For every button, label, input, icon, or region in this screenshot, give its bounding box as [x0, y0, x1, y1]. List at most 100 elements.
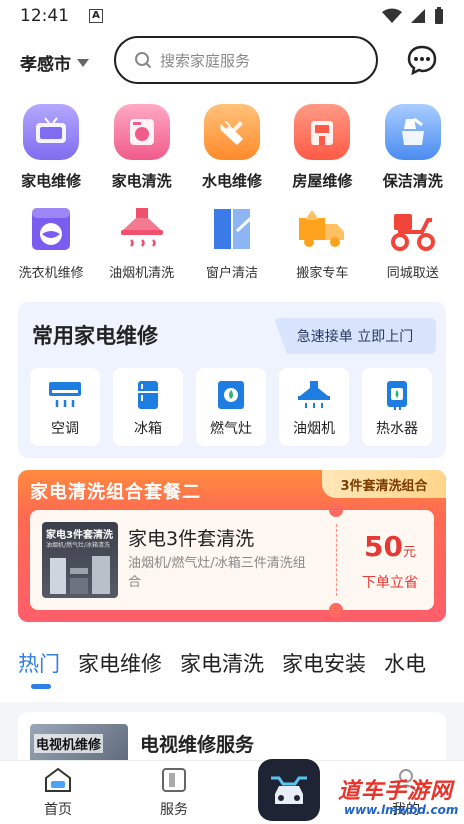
service-window-clean[interactable]: 窗户清洁 — [189, 206, 275, 294]
service-range-hood[interactable]: 油烟机清洗 — [99, 206, 185, 294]
tab-appliance-install[interactable]: 家电安装 — [282, 648, 366, 692]
package-price: 50元 — [350, 530, 430, 563]
package-description: 油烟机/燃气灶/冰箱三件清洗组合 — [128, 556, 306, 590]
thumb-subtitle: 油烟机/燃气灶/冰箱清洗 — [46, 542, 111, 549]
package-inner-card: 家电3件套清洗 油烟机/燃气灶/冰箱清洗 家电3件套清洗 油烟机/燃气灶/冰箱三… — [30, 503, 434, 617]
washing-machine-icon — [32, 208, 71, 250]
header: 孝感市 搜索家庭服务 — [0, 36, 464, 86]
watermark-text: 道车手游网 — [338, 779, 454, 804]
status-time: 12:41 — [20, 6, 69, 26]
service-cleaning[interactable]: 保洁清洗 — [370, 104, 456, 200]
package-promo-card[interactable]: 家电清洗组合套餐二 3件套清洗组合 家电3件套清洗 油烟机/燃气灶/冰箱清洗 家… — [18, 470, 446, 622]
service-plumbing-electric[interactable]: 水电维修 — [189, 104, 275, 200]
service-label: 油烟机清洗 — [109, 266, 175, 281]
service-grid: 家电维修 家电清洗 水电维修 房屋维修 保洁清洗 洗衣机维修 油烟机清洗 窗户清… — [0, 104, 464, 294]
service-moving[interactable]: 搬家专车 — [279, 206, 365, 294]
bottom-nav: 首页 服务 我的 道车手游网 www.lmwbd.com — [0, 759, 464, 824]
window-icon — [213, 209, 252, 249]
service-label: 水电维修 — [201, 172, 262, 190]
city-selector[interactable]: 孝感市 — [20, 50, 89, 75]
battery-icon — [435, 7, 443, 24]
status-indicators — [382, 7, 444, 25]
list-item-title: 电视维修服务 — [140, 734, 255, 756]
cleaning-icon — [384, 104, 441, 160]
wifi-icon — [382, 8, 402, 23]
repair-item-label: 油烟机 — [293, 421, 335, 437]
ticket-notch-bottom — [329, 603, 343, 617]
fast-service-badge: 急速接单 立即上门 — [274, 318, 436, 354]
status-bar: 12:41 A — [0, 0, 464, 32]
range-hood-icon — [298, 381, 330, 408]
range-hood-icon — [120, 208, 163, 247]
notification-a-icon: A — [89, 9, 103, 23]
home-icon — [45, 767, 71, 792]
repair-item-gas-stove[interactable]: 燃气灶 — [196, 368, 266, 446]
search-input[interactable]: 搜索家庭服务 — [114, 36, 378, 84]
nav-home[interactable]: 首页 — [18, 767, 98, 819]
nav-home-label: 首页 — [44, 802, 72, 818]
air-conditioner-icon — [49, 382, 81, 407]
nav-service[interactable]: 服务 — [134, 767, 214, 819]
city-label: 孝感市 — [20, 55, 71, 75]
service-label: 保洁清洗 — [382, 172, 443, 190]
fridge-icon — [138, 381, 158, 409]
ticket-notch-top — [329, 503, 343, 517]
list-thumb-text: 电视机维修 — [34, 734, 104, 753]
gas-stove-icon — [218, 381, 244, 409]
service-appliance-repair[interactable]: 家电维修 — [8, 104, 94, 200]
service-label: 家电清洗 — [111, 172, 172, 190]
search-icon — [135, 52, 152, 69]
water-heater-icon — [387, 381, 407, 410]
repair-item-water-heater[interactable]: 热水器 — [362, 368, 432, 446]
dropdown-triangle-icon — [77, 58, 89, 67]
watermark-url: www.lmwbd.com — [344, 803, 459, 817]
service-label: 家电维修 — [21, 172, 82, 190]
common-repair-card: 常用家电维修 急速接单 立即上门 空调 冰箱 燃气灶 油烟机 热水器 — [18, 302, 446, 458]
repair-item-aircon[interactable]: 空调 — [30, 368, 100, 446]
tab-hot[interactable]: 热门 — [18, 648, 60, 692]
nav-service-label: 服务 — [160, 802, 188, 818]
service-row-main: 家电维修 家电清洗 水电维修 房屋维修 保洁清洗 — [0, 104, 464, 200]
tab-appliance-clean[interactable]: 家电清洗 — [180, 648, 264, 692]
signal-icon — [411, 9, 425, 23]
category-tabs: 热门 家电维修 家电清洗 家电安装 水电 — [18, 648, 464, 692]
service-label: 房屋维修 — [292, 172, 353, 190]
tab-plumbing[interactable]: 水电 — [384, 648, 426, 692]
repair-item-label: 燃气灶 — [210, 421, 252, 437]
service-house-repair[interactable]: 房屋维修 — [279, 104, 365, 200]
repair-item-label: 冰箱 — [134, 421, 162, 437]
repair-item-fridge[interactable]: 冰箱 — [113, 368, 183, 446]
service-label: 同城取送 — [386, 266, 439, 281]
house-repair-icon — [294, 104, 351, 160]
order-now-button[interactable]: 下单立省 — [350, 572, 430, 592]
washer-clean-icon — [113, 104, 170, 160]
tv-repair-icon — [23, 104, 80, 160]
repair-item-label: 空调 — [51, 421, 79, 437]
common-repair-title: 常用家电维修 — [32, 324, 158, 348]
message-icon[interactable] — [406, 44, 438, 76]
service-washing-machine[interactable]: 洗衣机维修 — [8, 206, 94, 294]
package-tag: 3件套清洗组合 — [322, 470, 446, 498]
search-placeholder: 搜索家庭服务 — [160, 51, 251, 70]
service-label: 搬家专车 — [296, 266, 349, 281]
car-repair-icon — [271, 776, 307, 804]
ticket-divider — [336, 524, 337, 596]
service-label: 洗衣机维修 — [18, 266, 84, 281]
scooter-icon — [390, 214, 435, 251]
package-name: 家电3件套清洗 — [128, 528, 255, 550]
package-thumbnail: 家电3件套清洗 油烟机/燃气灶/冰箱清洗 — [42, 522, 118, 598]
service-row-secondary: 洗衣机维修 油烟机清洗 窗户清洁 搬家专车 同城取送 — [0, 206, 464, 294]
service-icon — [162, 768, 186, 792]
moving-truck-icon — [299, 210, 345, 247]
service-appliance-clean[interactable]: 家电清洗 — [99, 104, 185, 200]
price-unit: 元 — [402, 545, 416, 560]
service-delivery[interactable]: 同城取送 — [370, 206, 456, 294]
thumb-title: 家电3件套清洗 — [46, 530, 113, 541]
service-label: 窗户清洁 — [205, 266, 258, 281]
wrench-icon — [203, 104, 260, 160]
price-value: 50 — [364, 530, 403, 563]
package-title: 家电清洗组合套餐二 — [30, 482, 201, 503]
repair-item-range-hood[interactable]: 油烟机 — [279, 368, 349, 446]
tab-appliance-repair[interactable]: 家电维修 — [78, 648, 162, 692]
center-action-button[interactable] — [258, 759, 320, 821]
